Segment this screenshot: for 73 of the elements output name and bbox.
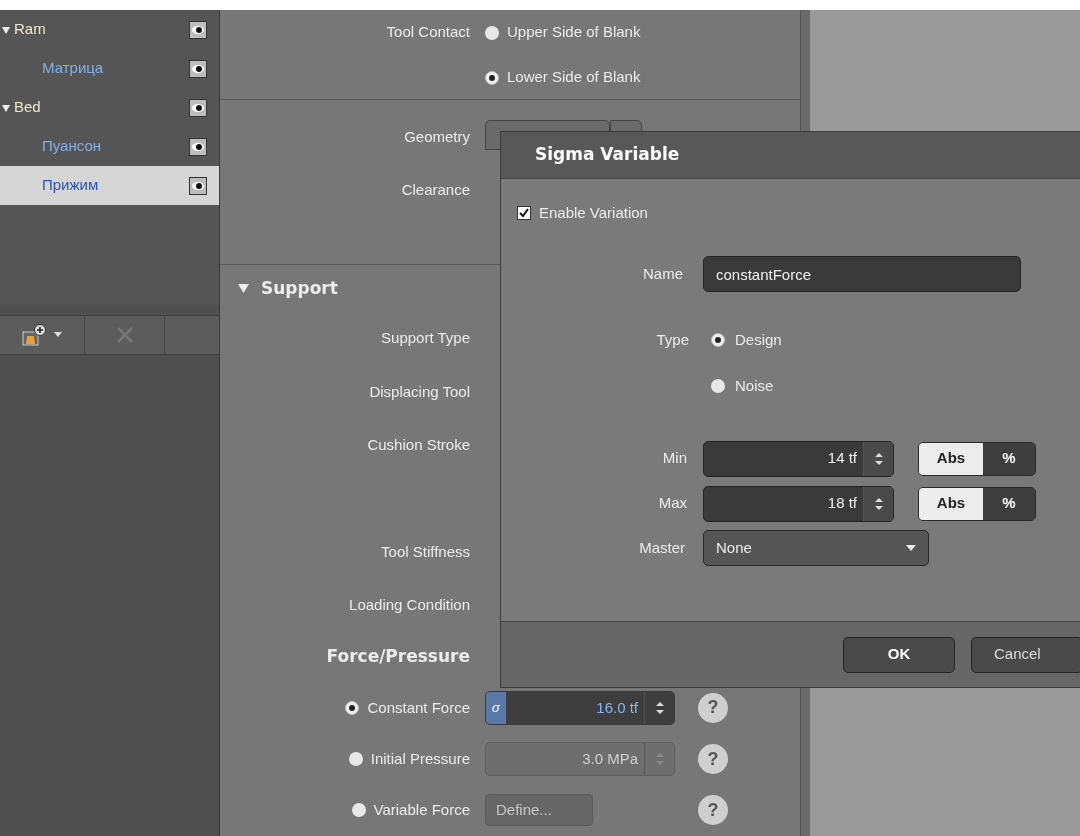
field-label: Tool Stiffness bbox=[381, 543, 470, 561]
unit-toggle[interactable]: Abs bbox=[919, 442, 983, 475]
unit-toggle[interactable]: % bbox=[983, 487, 1035, 520]
radio-label: Variable Force bbox=[373, 800, 470, 821]
master-dropdown[interactable]: None bbox=[703, 530, 929, 566]
tree-item[interactable]: Ram bbox=[0, 10, 219, 49]
expand-triangle-icon[interactable] bbox=[2, 103, 10, 112]
tree-item-label: Прижим bbox=[42, 175, 100, 196]
add-object-icon[interactable] bbox=[22, 324, 46, 346]
tree-item-label: Ram bbox=[14, 19, 47, 40]
spinner-value: 16.0 tf bbox=[595, 697, 639, 718]
tree-item[interactable]: Bed bbox=[0, 88, 219, 127]
tree-item-label: Пуансон bbox=[42, 136, 103, 157]
name-input-field[interactable]: constantForce bbox=[703, 256, 1021, 292]
tree-item[interactable]: Матрица bbox=[0, 49, 219, 88]
field-label: Tool Contact bbox=[386, 23, 470, 41]
radio-button[interactable] bbox=[485, 70, 499, 85]
eye-icon[interactable] bbox=[189, 176, 207, 195]
value-spinner[interactable]: 18 tf bbox=[703, 485, 894, 522]
field-label: Max bbox=[657, 493, 688, 514]
field-label: Cushion Stroke bbox=[367, 435, 470, 453]
radio-label: Constant Force bbox=[367, 697, 470, 718]
spinner-value: 3.0 MPa bbox=[581, 748, 639, 769]
radio-label: Upper Side of Blank bbox=[507, 22, 641, 43]
value-spinner[interactable]: σ 16.0 tf bbox=[485, 690, 675, 725]
spinner-arrows-icon[interactable] bbox=[873, 495, 884, 512]
radio-label: Noise bbox=[735, 375, 774, 396]
eye-icon[interactable] bbox=[189, 59, 207, 78]
unit-toggle[interactable]: Abs bbox=[919, 487, 983, 520]
tree-item-label: Матрица bbox=[42, 58, 105, 79]
dialog-title: Sigma Variable bbox=[535, 143, 680, 167]
field-label: Clearance bbox=[401, 181, 470, 199]
field-label: Support Type bbox=[381, 329, 470, 347]
sigma-badge[interactable]: σ bbox=[486, 691, 506, 724]
dropdown-value: None bbox=[716, 537, 753, 558]
radio-button[interactable] bbox=[711, 379, 725, 393]
help-button[interactable]: ? bbox=[698, 692, 728, 723]
radio-button[interactable] bbox=[711, 333, 725, 347]
subsection-title: Force/Pressure bbox=[326, 646, 470, 667]
caret-icon[interactable] bbox=[54, 332, 62, 338]
checkmark-icon bbox=[519, 208, 529, 218]
tree-item-label: Bed bbox=[14, 97, 42, 118]
radio-label: Initial Pressure bbox=[370, 748, 470, 769]
field-label: Geometry bbox=[404, 128, 470, 146]
radio-label: Design bbox=[735, 329, 782, 350]
dialog-button[interactable]: Cancel bbox=[971, 636, 1080, 673]
radio-button[interactable] bbox=[345, 700, 360, 715]
field-label: Master bbox=[638, 537, 686, 558]
caret-icon bbox=[906, 544, 916, 552]
field-label: Name bbox=[642, 263, 684, 284]
checkbox[interactable] bbox=[517, 206, 531, 220]
eye-icon[interactable] bbox=[189, 98, 207, 117]
section-title: Support bbox=[261, 276, 338, 300]
field-label: Min bbox=[661, 448, 688, 469]
spinner-arrows-icon[interactable] bbox=[873, 450, 884, 467]
radio-button[interactable] bbox=[485, 25, 499, 40]
expand-triangle-icon[interactable] bbox=[2, 25, 10, 34]
eye-icon[interactable] bbox=[189, 137, 207, 156]
spinner-value: 14 tf bbox=[826, 448, 858, 469]
field-label: Loading Condition bbox=[349, 596, 470, 614]
spinner-arrows-icon[interactable] bbox=[654, 699, 665, 716]
unit-toggle[interactable]: % bbox=[983, 442, 1035, 475]
tree-item[interactable]: Прижим bbox=[0, 166, 219, 205]
checkbox-label: Enable Variation bbox=[539, 202, 648, 223]
field-label: Displacing Tool bbox=[369, 382, 470, 400]
dialog-button[interactable]: OK bbox=[843, 636, 955, 673]
spinner-value: 18 tf bbox=[826, 493, 858, 514]
collapse-triangle-icon[interactable] bbox=[238, 283, 249, 294]
tree-item[interactable]: Пуансон bbox=[0, 127, 219, 166]
radio-label: Lower Side of Blank bbox=[507, 67, 641, 88]
value-spinner[interactable]: 14 tf bbox=[703, 440, 894, 477]
eye-icon[interactable] bbox=[189, 20, 207, 39]
field-label: Type bbox=[656, 330, 689, 348]
